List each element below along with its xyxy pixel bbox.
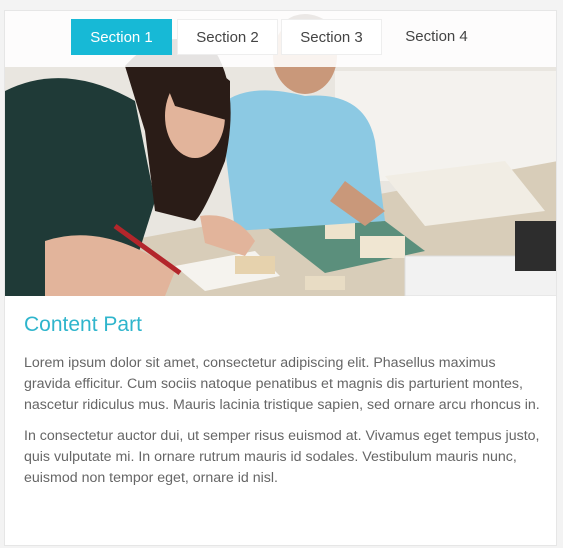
tab-section-3[interactable]: Section 3 bbox=[281, 19, 382, 55]
content-card: Section 1 Section 2 Section 3 Section 4 … bbox=[4, 10, 557, 546]
content-paragraph-1: Lorem ipsum dolor sit amet, consectetur … bbox=[24, 355, 540, 413]
tab-section-2[interactable]: Section 2 bbox=[177, 19, 278, 55]
tab-section-4[interactable]: Section 4 bbox=[386, 19, 487, 55]
tab-section-1[interactable]: Section 1 bbox=[71, 19, 172, 55]
section-tabs: Section 1 Section 2 Section 3 Section 4 bbox=[5, 11, 556, 67]
content-title: Content Part bbox=[24, 313, 142, 336]
content-body: Content Part Lorem ipsum dolor sit amet,… bbox=[24, 311, 544, 489]
content-paragraph-2: In consectetur auctor dui, ut semper ris… bbox=[24, 428, 540, 486]
